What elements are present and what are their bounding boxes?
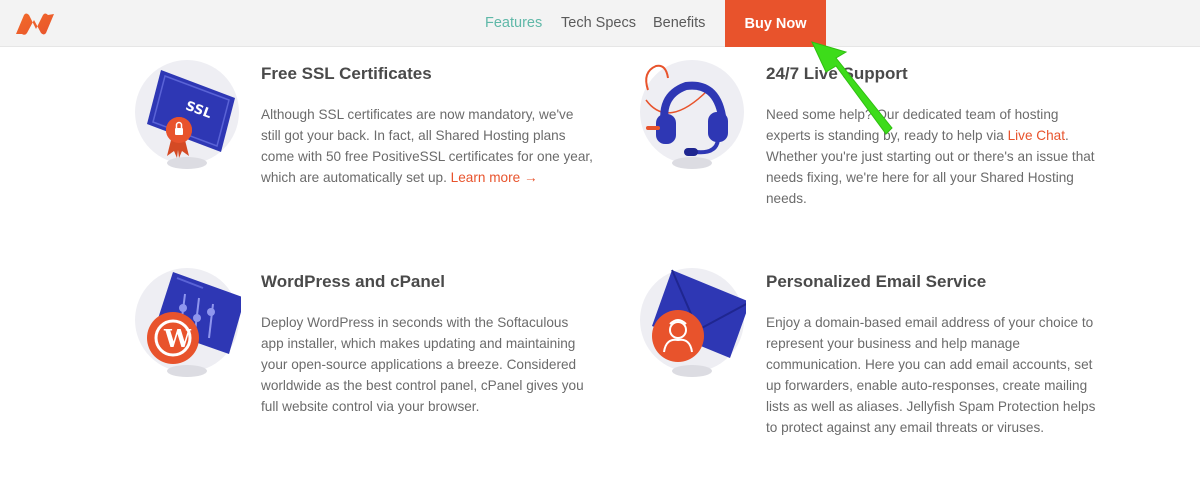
namecheap-logo-icon[interactable] — [14, 12, 56, 36]
feature-title: 24/7 Live Support — [766, 64, 908, 83]
desc-line: needs fixing, we're here for all your Sh… — [766, 170, 1074, 185]
feature-description: Need some help? Our dedicated team of ho… — [766, 104, 1126, 209]
nav-link-features[interactable]: Features — [485, 15, 542, 31]
desc-line: lists as well as aliases. Jellyfish Spam… — [766, 399, 1096, 414]
desc-line: Deploy WordPress in seconds with the Sof… — [261, 315, 569, 330]
feature-description: Deploy WordPress in seconds with the Sof… — [261, 312, 621, 417]
live-chat-link[interactable]: Live Chat — [1008, 128, 1065, 143]
desc-line: come with 50 free PositiveSSL certificat… — [261, 149, 593, 164]
feature-ssl: SSL Free SSL Certificates Although SSL c… — [133, 60, 613, 200]
feature-live-support: 24/7 Live Support Need some help? Our de… — [638, 60, 1118, 210]
feature-email-service: Personalized Email Service Enjoy a domai… — [638, 268, 1118, 438]
desc-line: Enjoy a domain-based email address of yo… — [766, 315, 1094, 330]
feature-description: Enjoy a domain-based email address of yo… — [766, 312, 1126, 438]
top-navigation: Features Tech Specs Benefits Buy Now — [0, 0, 1200, 47]
headset-icon — [640, 60, 744, 169]
feature-title: WordPress and cPanel — [261, 272, 445, 291]
learn-more-link[interactable]: Learn more → — [451, 170, 538, 185]
desc-line: app installer, which makes updating and … — [261, 336, 576, 351]
desc-line: needs. — [766, 191, 807, 206]
desc-line: up forwarders, enable auto-responses, cr… — [766, 378, 1088, 393]
feature-title: Personalized Email Service — [766, 272, 987, 291]
feature-wordpress-cpanel: W WordPress and cPanel Deploy WordPress … — [133, 268, 613, 418]
buy-now-button[interactable]: Buy Now — [725, 0, 826, 47]
desc-line: still got your back. In fact, all Shared… — [261, 128, 566, 143]
nav-link-benefits[interactable]: Benefits — [653, 15, 705, 31]
desc-text: which are automatically set up. — [261, 170, 451, 185]
svg-text:W: W — [163, 324, 192, 353]
email-envelope-icon — [640, 268, 746, 377]
desc-line: Whether you're just starting out or ther… — [766, 149, 1095, 164]
desc-line: Need some help? Our dedicated team of ho… — [766, 107, 1059, 122]
nav-link-tech-specs[interactable]: Tech Specs — [561, 15, 636, 31]
desc-line: experts is standing by, ready to help vi… — [766, 125, 1126, 146]
desc-line: to protect against any email threats or … — [766, 420, 1045, 435]
feature-title: Free SSL Certificates — [261, 64, 432, 83]
desc-line: worldwide as the best control panel, cPa… — [261, 378, 584, 393]
desc-line: your open-source applications a breeze. … — [261, 357, 577, 372]
desc-line: which are automatically set up. Learn mo… — [261, 167, 621, 188]
desc-line: communication. Here you can add email ac… — [766, 357, 1093, 372]
desc-text: . — [1065, 128, 1069, 143]
desc-line: Although SSL certificates are now mandat… — [261, 107, 574, 122]
desc-text: experts is standing by, ready to help vi… — [766, 128, 1008, 143]
wordpress-icon: W — [135, 268, 241, 377]
ssl-certificate-icon: SSL — [135, 60, 239, 169]
desc-line: full website control via your browser. — [261, 399, 480, 414]
desc-line: represent your business and help manage — [766, 336, 1020, 351]
feature-description: Although SSL certificates are now mandat… — [261, 104, 621, 188]
